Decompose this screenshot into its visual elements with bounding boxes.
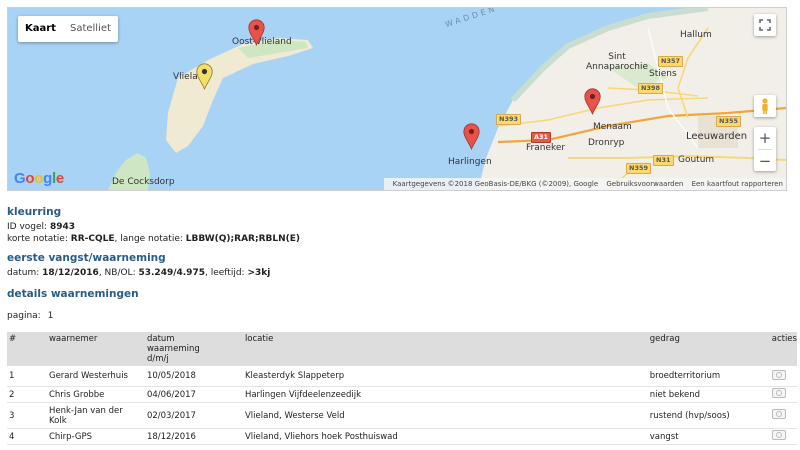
label-stiens: Stiens <box>649 69 677 79</box>
short-notation-value: RR-CQLE <box>70 234 115 244</box>
notation-line: korte notatie: RR-CQLE, lange notatie: L… <box>7 234 300 244</box>
cell-location: Vlieland, Westerse Veld <box>244 410 345 421</box>
page-label: pagina: <box>7 311 41 321</box>
marker-red-icon[interactable] <box>463 123 480 150</box>
label-goutum: Goutum <box>678 155 715 165</box>
label-harlingen: Harlingen <box>448 157 492 167</box>
catch-date-value: 18/12/2016 <box>42 268 99 278</box>
table-row: 3 Henk-Jan van der Kolk 02/03/2017 Vliel… <box>7 403 797 429</box>
age-value: >3kj <box>247 268 271 278</box>
terms-link[interactable]: Gebruiksvoorwaarden <box>606 180 683 188</box>
cell-date: 10/05/2018 <box>146 371 196 381</box>
section-title-details: details waarnemingen <box>7 288 139 300</box>
island-vlieland <box>166 38 313 153</box>
attribution-data: Kaartgegevens ©2018 GeoBasis-DE/BKG (©20… <box>392 180 599 188</box>
pagination: pagina: 1 <box>7 311 53 321</box>
table-header-row: # waarnemer datum waarneming d/m/j locat… <box>7 332 797 366</box>
cell-actions <box>770 403 797 429</box>
coords-value: 53.249/4.975 <box>138 268 205 278</box>
map-type-satelliet[interactable]: Satelliet <box>63 16 118 42</box>
label-sint-annaparochie: Sint Annaparochie <box>586 52 649 72</box>
col-header-num[interactable]: # <box>7 332 47 366</box>
cell-location: Kleasterdyk Slappeterp <box>244 371 345 381</box>
zoom-control[interactable]: + − <box>754 127 776 171</box>
col-header-location[interactable]: locatie <box>243 332 648 366</box>
camera-icon[interactable] <box>771 430 786 440</box>
table-row: 2 Chris Grobbe 04/06/2017 Harlingen Vijf… <box>7 387 797 403</box>
page-number-link[interactable]: 1 <box>48 311 54 321</box>
road-shield-n398: N398 <box>638 83 664 94</box>
label-hallum: Hallum <box>680 30 712 40</box>
bird-id-value: 8943 <box>49 222 75 232</box>
table-row: 1 Gerard Westerhuis 10/05/2018 Kleasterd… <box>7 366 797 387</box>
marker-yellow-icon[interactable] <box>196 63 213 90</box>
cell-location: Harlingen Vijfdeelenzeedijk <box>244 389 361 400</box>
map-attribution: Kaartgegevens ©2018 GeoBasis-DE/BKG (©20… <box>383 178 786 190</box>
cell-date: 02/03/2017 <box>146 410 196 421</box>
road-shield-n357: N357 <box>658 56 684 67</box>
section-title-kleurring: kleurring <box>7 206 62 218</box>
road-shield-a31: A31 <box>531 132 552 143</box>
cell-date: 18/12/2016 <box>146 431 196 442</box>
col-header-behaviour[interactable]: gedrag <box>648 332 770 366</box>
cell-actions <box>770 429 797 445</box>
map-type-control[interactable]: Kaart Satelliet <box>18 16 118 42</box>
pegman-icon <box>762 98 768 114</box>
cell-location: Vlieland, Vliehors hoek Posthuiswad <box>244 431 398 442</box>
label-franeker: Franeker <box>526 143 566 153</box>
cell-num: 3 <box>9 410 15 421</box>
camera-icon[interactable] <box>771 369 786 380</box>
cell-behaviour: vangst <box>649 431 679 442</box>
label-dronryp: Dronryp <box>588 138 625 148</box>
road-shield-n355: N355 <box>716 116 742 127</box>
coords-label: , NB/OL: <box>98 268 136 278</box>
cell-behaviour: broedterritorium <box>649 371 721 381</box>
road-shield-n359: N359 <box>626 163 652 174</box>
label-leeuwarden: Leeuwarden <box>686 131 748 142</box>
cell-date: 04/06/2017 <box>146 389 196 400</box>
col-header-date[interactable]: datum waarneming d/m/j <box>145 332 243 366</box>
table-row: 4 Chirp-GPS 18/12/2016 Vlieland, Vliehor… <box>7 429 797 445</box>
age-label: , leeftijd: <box>204 268 245 278</box>
cell-num: 2 <box>9 389 15 400</box>
road-shield-n31: N31 <box>653 155 674 166</box>
col-header-actions: acties <box>771 334 797 344</box>
camera-icon[interactable] <box>771 388 786 398</box>
cell-actions <box>770 366 797 387</box>
fullscreen-icon <box>759 19 771 31</box>
long-notation-value: LBBW(Q);RAR;RBLN(E) <box>185 234 301 244</box>
label-menaam: Menaam <box>593 122 632 132</box>
cell-num: 1 <box>9 371 15 381</box>
label-de-cocksdorp: De Cocksdorp <box>112 177 175 187</box>
catch-date-label: datum: <box>7 268 40 278</box>
cell-behaviour: niet bekend <box>649 389 701 400</box>
cell-behaviour: rustend (hvp/soos) <box>649 410 730 421</box>
cell-observer: Chirp-GPS <box>48 431 93 442</box>
road-shield-n393: N393 <box>496 114 522 125</box>
observations-table: # waarnemer datum waarneming d/m/j locat… <box>7 332 797 445</box>
marker-red-icon[interactable] <box>584 88 601 115</box>
short-notation-label: korte notatie: <box>7 234 68 244</box>
section-title-first-catch: eerste vangst/waarneming <box>7 252 166 264</box>
zoom-out-button[interactable]: − <box>754 150 776 172</box>
report-error-link[interactable]: Een kaartfout rapporteren <box>692 180 783 188</box>
col-header-observer[interactable]: waarnemer <box>47 332 145 366</box>
camera-icon[interactable] <box>771 409 786 419</box>
cell-actions <box>770 387 797 403</box>
cell-observer: Chris Grobbe <box>48 389 105 400</box>
zoom-in-button[interactable]: + <box>754 127 776 149</box>
google-logo[interactable]: Google <box>14 170 64 187</box>
bird-id-label: ID vogel: <box>7 222 48 232</box>
marker-red-icon[interactable] <box>248 19 265 46</box>
fullscreen-button[interactable] <box>754 14 776 36</box>
cell-observer: Henk-Jan van der Kolk <box>48 405 123 426</box>
street-view-button[interactable] <box>754 95 776 117</box>
cell-observer: Gerard Westerhuis <box>48 371 128 381</box>
long-notation-label: , lange notatie: <box>114 234 183 244</box>
map[interactable]: Kaart Satelliet + − Oost-Vlieland Vliela… <box>7 7 787 191</box>
first-catch-line: datum: 18/12/2016, NB/OL: 53.249/4.975, … <box>7 268 270 278</box>
cell-num: 4 <box>9 431 15 442</box>
map-type-kaart[interactable]: Kaart <box>18 16 63 42</box>
bird-id-line: ID vogel: 8943 <box>7 222 75 232</box>
